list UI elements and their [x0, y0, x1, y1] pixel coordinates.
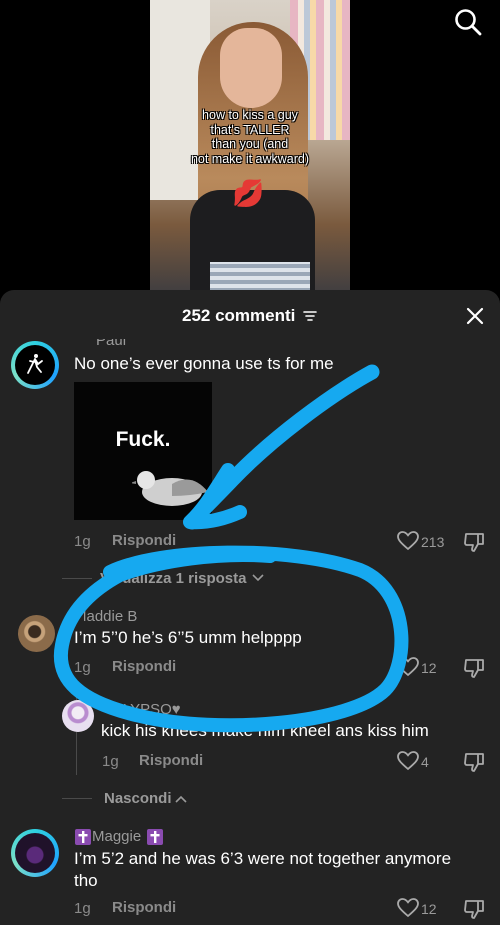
dislike-icon[interactable] — [463, 751, 485, 773]
comment-time: 1g — [74, 900, 91, 917]
comment-count-title: 252 commenti — [182, 306, 296, 325]
comment-time: 1g — [74, 533, 91, 550]
comment-text-line: tho — [74, 871, 98, 890]
filter-icon[interactable] — [303, 310, 317, 322]
like-count: 12 — [421, 901, 437, 917]
caption-line: how to kiss a guy — [202, 108, 298, 122]
reply-author[interactable]: CALYPSO♥ — [112, 701, 181, 718]
heart-icon[interactable] — [397, 751, 419, 771]
reply-button[interactable]: Rispondi — [112, 658, 176, 675]
comment-text: No one’s ever gonna use ts for me — [74, 354, 334, 373]
comment-text-line: I’m 5’2 and he was 6’3 were not together… — [74, 849, 452, 868]
thread-divider — [62, 798, 92, 799]
close-icon[interactable] — [465, 306, 485, 326]
dislike-icon[interactable] — [463, 531, 485, 553]
comments-sheet: 252 commenti Paul No one’s ever gonna us… — [0, 290, 500, 925]
kiss-emoji: 💋 — [232, 178, 265, 208]
thread-divider — [62, 578, 92, 579]
like-count: 4 — [421, 754, 429, 770]
avatar[interactable] — [18, 615, 55, 652]
cross-emoji-icon — [147, 829, 163, 845]
caption-line: that's TALLER — [210, 122, 290, 137]
comment-author[interactable]: Maggie — [92, 828, 141, 845]
heart-icon[interactable] — [397, 657, 419, 677]
comment-attached-image[interactable]: Fuck. — [74, 382, 212, 520]
reply-button[interactable]: Rispondi — [112, 899, 176, 916]
reply-text: kick his knees make him kneel ans kiss h… — [101, 721, 429, 740]
comment-author[interactable]: Maddie B — [84, 608, 137, 625]
avatar[interactable] — [11, 829, 59, 877]
heart-icon[interactable] — [397, 531, 419, 551]
chevron-up-icon — [175, 795, 187, 803]
avatar[interactable] — [62, 700, 94, 732]
chevron-down-icon — [252, 574, 264, 582]
hide-replies-link[interactable]: Nascondi — [104, 790, 172, 807]
dislike-icon[interactable] — [463, 657, 485, 679]
comment-text: I’m 5’’0 he’s 6’’5 umm helpppp — [74, 628, 302, 647]
reply-time: 1g — [102, 753, 119, 770]
heart-icon[interactable] — [397, 898, 419, 918]
avatar[interactable] — [11, 341, 59, 389]
reply-button[interactable]: Rispondi — [139, 752, 203, 769]
video-caption: how to kiss a guy that's TALLER than you… — [150, 108, 350, 166]
view-replies-link[interactable]: Visualizza 1 risposta — [100, 570, 246, 587]
cross-emoji-icon — [75, 829, 91, 845]
video-person-face — [220, 28, 282, 108]
attached-image-text: Fuck. — [115, 428, 171, 451]
comments-header: 252 commenti — [0, 290, 500, 338]
jumpman-logo-icon — [27, 354, 43, 374]
video-player[interactable]: how to kiss a guy that's TALLER than you… — [0, 0, 500, 300]
dislike-icon[interactable] — [463, 898, 485, 920]
pigeon-image — [132, 471, 208, 506]
reply-button[interactable]: Rispondi — [112, 532, 176, 549]
comment-time: 1g — [74, 659, 91, 676]
like-count: 213 — [421, 534, 445, 550]
video-frame: how to kiss a guy that's TALLER than you… — [150, 0, 350, 300]
caption-line: not make it awkward) — [190, 151, 310, 166]
search-icon[interactable] — [453, 7, 483, 37]
like-count: 12 — [421, 660, 437, 676]
caption-line: than you (and — [211, 137, 289, 151]
